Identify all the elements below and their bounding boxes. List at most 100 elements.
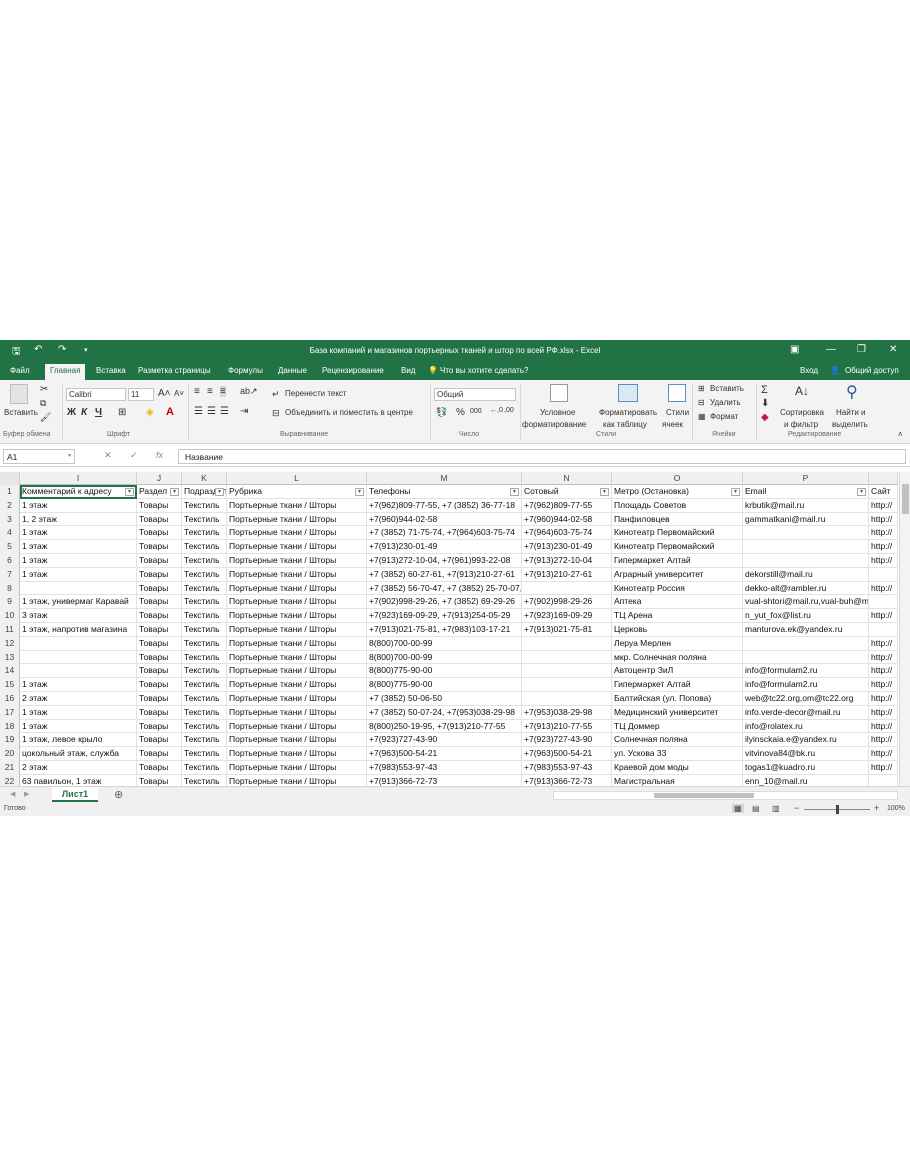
find-select-label-2[interactable]: выделить (832, 420, 868, 429)
row-header[interactable]: 10 (0, 609, 20, 623)
cell-section[interactable]: Товары (137, 733, 182, 748)
select-all-corner[interactable] (0, 472, 20, 485)
row-header[interactable]: 6 (0, 554, 20, 568)
cell-email[interactable] (743, 526, 869, 541)
cell-email[interactable]: krbutik@mail.ru (743, 498, 869, 513)
cell-subsection[interactable]: Текстиль (182, 650, 227, 665)
cancel-entry-icon[interactable]: ✕ (104, 450, 112, 461)
cell-comment[interactable] (20, 650, 137, 665)
header-cell-subsection[interactable]: Подраздел ▾ (182, 485, 227, 499)
cell-site[interactable] (869, 595, 898, 610)
cell-comment[interactable]: 1 этаж (20, 526, 137, 541)
cell-metro[interactable]: Краевой дом моды (612, 761, 743, 775)
cell-rubric[interactable]: Портьерные ткани / Шторы (227, 774, 367, 786)
cell-comment[interactable]: 1 этаж, напротив магазина (20, 623, 137, 637)
row-header[interactable]: 18 (0, 719, 20, 734)
cell-site[interactable] (869, 774, 898, 786)
filter-dropdown-icon[interactable]: ▾ (731, 488, 740, 496)
row-header[interactable]: 7 (0, 567, 20, 582)
cell-subsection[interactable]: Текстиль (182, 554, 227, 568)
cell-rubric[interactable]: Портьерные ткани / Шторы (227, 540, 367, 554)
shrink-font-icon[interactable]: A˅ (174, 389, 184, 398)
cell-site[interactable] (869, 623, 898, 637)
cell-comment[interactable]: 1 этаж, универмаг Каравай (20, 595, 137, 610)
cell-phones[interactable]: 8(800)700-00-99 (367, 636, 522, 651)
autosum-icon[interactable]: Σ (761, 384, 768, 396)
wrap-text-button[interactable]: Перенести текст (285, 389, 347, 398)
cell-subsection[interactable]: Текстиль (182, 526, 227, 541)
cell-metro[interactable]: Аптека (612, 595, 743, 610)
merge-center-button[interactable]: Объединить и поместить в центре (285, 408, 413, 417)
cell-site[interactable]: http:// (869, 678, 898, 692)
cell-site[interactable]: http:// (869, 526, 898, 541)
cell-section[interactable]: Товары (137, 664, 182, 679)
copy-icon[interactable]: ⧉ (40, 398, 46, 409)
cell-section[interactable]: Товары (137, 719, 182, 734)
cell-phones[interactable]: 8(800)250-19-95, +7(913)210-77-55 (367, 719, 522, 734)
cell-metro[interactable]: Панфиловцев (612, 512, 743, 527)
row-header[interactable]: 15 (0, 678, 20, 692)
zoom-out-icon[interactable]: − (794, 803, 799, 813)
fill-icon[interactable]: ⬇ (761, 398, 769, 409)
cell-phones[interactable]: +7(923)727-43-90 (367, 733, 522, 748)
format-cells-button[interactable]: Формат (710, 412, 738, 421)
cell-phones[interactable]: +7(962)809-77-55, +7 (3852) 36-77-18 (367, 498, 522, 513)
cell-section[interactable]: Товары (137, 623, 182, 637)
cell-site[interactable]: http:// (869, 540, 898, 554)
sort-filter-label-1[interactable]: Сортировка (780, 408, 824, 417)
cell-phones[interactable]: +7(923)169-09-29, +7(913)254-05-29 (367, 609, 522, 623)
cell-rubric[interactable]: Портьерные ткани / Шторы (227, 498, 367, 513)
header-cell-rubric[interactable]: Рубрика ▾ (227, 485, 367, 499)
cell-comment[interactable] (20, 664, 137, 679)
format-table-label-1[interactable]: Форматировать (599, 408, 657, 417)
cell-subsection[interactable]: Текстиль (182, 664, 227, 679)
cell-email[interactable] (743, 636, 869, 651)
cell-rubric[interactable]: Портьерные ткани / Шторы (227, 567, 367, 582)
tab-formulas[interactable]: Формулы (228, 366, 263, 375)
conditional-format-icon[interactable] (550, 384, 568, 402)
cell-rubric[interactable]: Портьерные ткани / Шторы (227, 733, 367, 748)
cell-comment[interactable]: 1 этаж (20, 554, 137, 568)
cell-subsection[interactable]: Текстиль (182, 595, 227, 610)
cell-metro[interactable]: Гипермаркет Алтай (612, 554, 743, 568)
cell-phones[interactable]: +7(983)553-97-43 (367, 761, 522, 775)
cell-mobile[interactable]: +7(964)603-75-74 (522, 526, 612, 541)
cell-metro[interactable]: Магистральная (612, 774, 743, 786)
cell-phones[interactable]: +7 (3852) 50-06-50 (367, 692, 522, 706)
vertical-scroll-thumb[interactable] (902, 484, 909, 514)
filter-dropdown-icon[interactable]: ▾ (170, 488, 179, 496)
cell-metro[interactable]: Площадь Советов (612, 498, 743, 513)
cell-email[interactable]: info@formulam2.ru (743, 678, 869, 692)
insert-function-icon[interactable]: fx (156, 450, 163, 460)
tab-review[interactable]: Рецензирование (322, 366, 384, 375)
insert-cells-button[interactable]: Вставить (710, 384, 744, 393)
cell-phones[interactable]: +7(913)272-10-04, +7(961)993-22-08 (367, 554, 522, 568)
format-painter-icon[interactable]: 🖌 (40, 412, 51, 423)
cell-comment[interactable]: 3 этаж (20, 609, 137, 623)
cell-section[interactable]: Товары (137, 692, 182, 706)
cell-email[interactable]: info@formulam2.ru (743, 664, 869, 679)
cell-metro[interactable]: Кинотеатр Россия (612, 581, 743, 596)
header-cell-mobile[interactable]: Сотовый ▾ (522, 485, 612, 499)
add-sheet-icon[interactable]: ⊕ (114, 788, 123, 801)
cell-mobile[interactable] (522, 650, 612, 665)
column-header-j[interactable]: J (137, 472, 182, 485)
orientation-icon[interactable]: ab↗ (240, 386, 258, 397)
cell-section[interactable]: Товары (137, 705, 182, 720)
cell-email[interactable] (743, 650, 869, 665)
header-cell-section[interactable]: Раздел ▾ (137, 485, 182, 499)
cell-subsection[interactable]: Текстиль (182, 581, 227, 596)
cell-mobile[interactable]: +7(913)210-77-55 (522, 719, 612, 734)
row-header[interactable]: 11 (0, 623, 20, 637)
align-bottom-icon[interactable]: ≡ (220, 386, 226, 397)
cell-comment[interactable]: 2 этаж (20, 761, 137, 775)
cell-comment[interactable]: 1 этаж (20, 567, 137, 582)
cell-comment[interactable]: 1 этаж (20, 705, 137, 720)
indent-icon[interactable]: ⇥ (240, 406, 248, 417)
cell-mobile[interactable]: +7(913)230-01-49 (522, 540, 612, 554)
cell-rubric[interactable]: Портьерные ткани / Шторы (227, 623, 367, 637)
paste-button[interactable]: Вставить (4, 408, 38, 417)
cell-section[interactable]: Товары (137, 554, 182, 568)
cell-site[interactable]: http:// (869, 761, 898, 775)
cell-rubric[interactable]: Портьерные ткани / Шторы (227, 512, 367, 527)
